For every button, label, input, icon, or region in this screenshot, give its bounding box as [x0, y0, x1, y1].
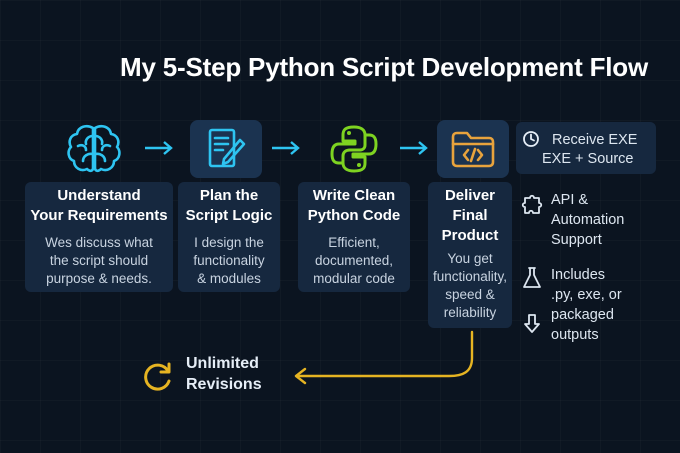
step-4-card: Deliver Final Product You get functional…	[428, 182, 512, 328]
step-4-title-line: Product	[441, 227, 499, 244]
step-1-title-line: Your Requirements	[30, 207, 168, 224]
refresh-icon	[144, 362, 171, 391]
step-3-desc-line: Efficient,	[328, 235, 380, 250]
code-folder-icon	[451, 131, 495, 168]
step-1-card: Understand Your Requirements Wes discuss…	[25, 182, 173, 292]
step-4-desc-line: reliability	[443, 305, 497, 320]
step-3-desc-line: documented,	[314, 253, 394, 268]
step-2-card: Plan the Script Logic I design the funct…	[178, 182, 280, 292]
step-2-desc-line: functionality	[193, 253, 265, 268]
feature-includes-text: Includes .py, exe, or packaged outputs	[551, 265, 622, 345]
brain-icon	[67, 124, 121, 173]
step-1-desc-line: Wes discuss what	[45, 235, 153, 250]
page-title: My 5-Step Python Script Development Flow	[120, 52, 648, 82]
clock-icon	[523, 131, 539, 147]
receive-line-2: EXE + Source	[542, 151, 634, 167]
revisions-label: Unlimited Revisions	[186, 353, 262, 395]
receive-box: Receive EXE EXE + Source	[516, 122, 656, 174]
step-4-title-line: Final	[452, 207, 488, 224]
arrow-right-icon	[400, 141, 428, 155]
step-3-icon-box	[322, 120, 386, 178]
step-3-desc-line: modular code	[313, 271, 395, 286]
feature-includes-line: outputs	[551, 327, 599, 343]
flask-icon	[523, 267, 541, 288]
revisions-line: Revisions	[186, 376, 262, 393]
arrow-right-icon	[145, 141, 173, 155]
step-3-card: Write Clean Python Code Efficient, docum…	[298, 182, 410, 292]
feature-api-line: Automation	[551, 212, 625, 228]
step-1-icon-box	[62, 120, 126, 178]
step-3-title-line: Python Code	[307, 207, 401, 224]
step-4-title-line: Deliver	[444, 187, 496, 204]
document-edit-icon	[208, 128, 246, 168]
step-4-desc-line: functionality,	[432, 269, 508, 284]
feature-includes-line: packaged	[551, 307, 614, 323]
step-4-icon-box	[437, 120, 509, 178]
feature-api-text: API & Automation Support	[551, 190, 624, 250]
step-2-desc-line: I design the	[194, 235, 264, 250]
download-icon	[524, 314, 540, 333]
step-2-icon-box	[190, 120, 262, 178]
python-icon	[330, 125, 378, 173]
step-2-title-line: Script Logic	[185, 207, 273, 224]
step-4-desc-line: You get	[447, 251, 493, 266]
feature-includes-line: .py, exe, or	[551, 287, 622, 303]
return-arrow-icon	[294, 330, 474, 385]
step-2-desc-line: & modules	[197, 271, 261, 286]
step-1-desc-line: purpose & needs.	[46, 271, 152, 286]
feature-includes-line: Includes	[551, 267, 606, 283]
step-3-title-line: Write Clean	[312, 187, 396, 204]
step-2-title-line: Plan the	[199, 187, 259, 204]
feature-api-line: Support	[551, 232, 602, 248]
step-1-title-line: Understand	[57, 187, 141, 204]
arrow-right-icon	[272, 141, 300, 155]
receive-line-1: Receive EXE	[552, 132, 638, 148]
step-4-desc-line: speed &	[445, 287, 495, 302]
step-1-desc-line: the script should	[49, 253, 149, 268]
puzzle-icon	[521, 194, 543, 214]
revisions-line: Unlimited	[186, 355, 259, 372]
feature-api-line: API &	[551, 192, 589, 208]
